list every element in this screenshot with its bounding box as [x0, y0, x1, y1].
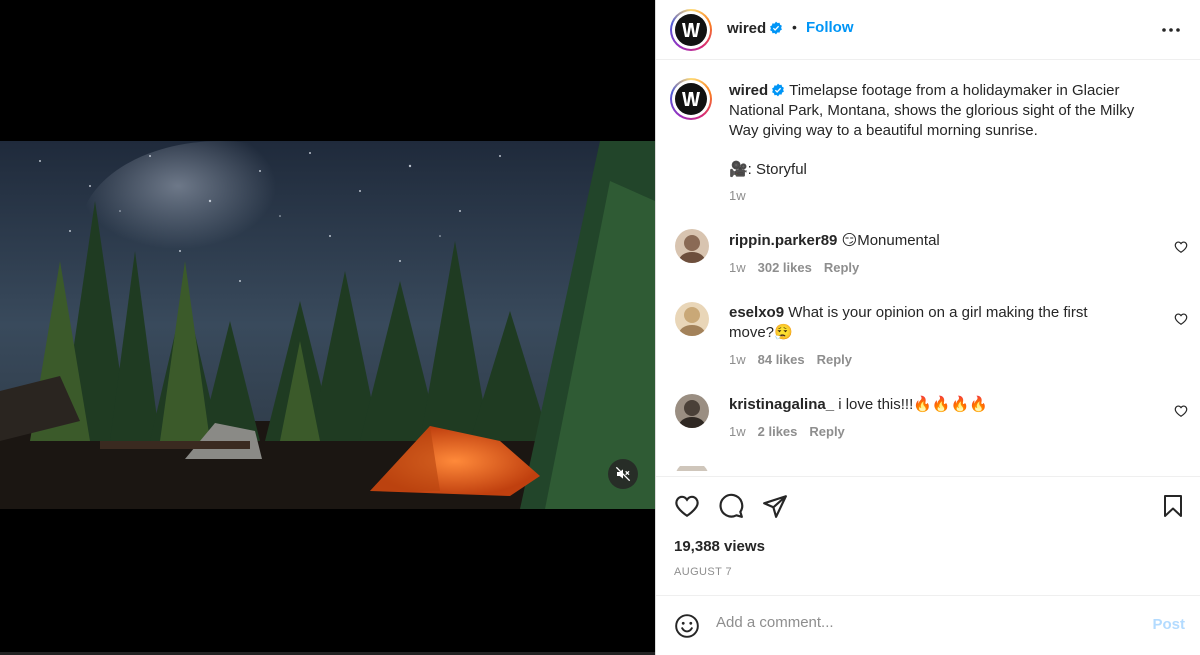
post-comment-button[interactable]: Post	[1152, 616, 1185, 633]
video-frame-night-sky-campsite	[0, 141, 655, 509]
comment-time[interactable]: 1w	[729, 352, 746, 367]
heart-icon[interactable]	[1174, 312, 1188, 326]
view-count[interactable]: 19,388 views	[674, 538, 765, 555]
separator-dot: •	[792, 19, 797, 35]
account-avatar[interactable]	[670, 9, 712, 51]
comment-likes[interactable]: 302 likes	[758, 260, 812, 275]
comment-text: kristinagalina_ i love this!!!🔥🔥🔥🔥	[729, 395, 1169, 415]
comment-body: What is your opinion on a girl making th…	[788, 304, 1088, 321]
follow-button[interactable]: Follow	[806, 19, 854, 36]
bookmark-icon[interactable]	[1161, 493, 1185, 519]
comment-username[interactable]: eselxo9	[729, 304, 784, 321]
heart-icon[interactable]	[1174, 404, 1188, 418]
comment-username[interactable]: rippin.parker89	[729, 232, 837, 249]
caption-avatar[interactable]	[670, 78, 712, 120]
avatar-photo	[675, 394, 709, 428]
comment-time[interactable]: 1w	[729, 260, 746, 275]
comment-meta: 1w 84 likes Reply	[729, 352, 852, 367]
caption-text: wired Timelapse footage from a holidayma…	[729, 81, 1169, 141]
account-username[interactable]: wired	[727, 20, 783, 37]
post-panel: wired • Follow wired Timelapse footage f…	[655, 0, 1200, 655]
comment-text: rippin.parker89 😏Monumental	[729, 231, 1169, 251]
comment-body-line-2: move?😮‍💨	[729, 324, 793, 341]
comments-list[interactable]: wired Timelapse footage from a holidayma…	[656, 61, 1200, 471]
comment-item-partial	[656, 465, 1200, 471]
comment-text: eselxo9 What is your opinion on a girl m…	[729, 303, 1169, 343]
caption-credit: 🎥: Storyful	[729, 161, 807, 178]
comment-likes[interactable]: 84 likes	[758, 352, 805, 367]
wired-logo-icon	[682, 92, 700, 106]
video-player[interactable]	[0, 141, 655, 509]
comment-meta: 1w 302 likes Reply	[729, 260, 859, 275]
caption-line-2: National Park, Montana, shows the glorio…	[729, 102, 1135, 119]
comment-meta: 1w 2 likes Reply	[729, 424, 845, 439]
commenter-avatar[interactable]	[675, 394, 709, 428]
reply-button[interactable]: Reply	[809, 424, 844, 439]
heart-icon[interactable]	[1174, 240, 1188, 254]
comment-time[interactable]: 1w	[729, 424, 746, 439]
comment-username[interactable]: kristinagalina_	[729, 396, 834, 413]
mute-button[interactable]	[608, 459, 638, 489]
more-horizontal-icon[interactable]	[1161, 22, 1181, 38]
wired-logo-icon	[682, 23, 700, 37]
commenter-avatar[interactable]	[675, 229, 709, 263]
verified-badge-icon	[770, 21, 783, 35]
commenter-avatar[interactable]	[675, 302, 709, 336]
post-actions: 19,388 views AUGUST 7	[656, 476, 1200, 596]
comment-composer: Post	[656, 595, 1200, 655]
comment-body: i love this!!!🔥🔥🔥🔥	[838, 396, 988, 413]
avatar-photo	[675, 302, 709, 336]
caption-line-3: Way giving way to a beautiful morning su…	[729, 122, 1038, 139]
reply-button[interactable]: Reply	[824, 260, 859, 275]
post-header: wired • Follow	[656, 0, 1200, 60]
comment-bubble-icon[interactable]	[718, 493, 744, 519]
clipped-comment-row	[676, 465, 708, 471]
paper-plane-icon[interactable]	[762, 493, 788, 519]
comment-input[interactable]	[716, 614, 1116, 631]
caption-line-1: Timelapse footage from a holidaymaker in…	[789, 82, 1120, 99]
comment-body: 😏Monumental	[841, 232, 940, 249]
avatar-photo	[675, 229, 709, 263]
verified-badge-icon	[772, 83, 785, 97]
account-username-text[interactable]: wired	[727, 20, 766, 37]
media-viewer	[0, 0, 655, 655]
muted-speaker-icon	[615, 466, 631, 482]
caption-timestamp[interactable]: 1w	[729, 188, 746, 203]
smiley-icon[interactable]	[674, 613, 700, 639]
caption-username[interactable]: wired	[729, 82, 768, 99]
post-date[interactable]: AUGUST 7	[674, 566, 732, 578]
reply-button[interactable]: Reply	[817, 352, 852, 367]
heart-icon[interactable]	[674, 493, 700, 519]
comment-likes[interactable]: 2 likes	[758, 424, 798, 439]
